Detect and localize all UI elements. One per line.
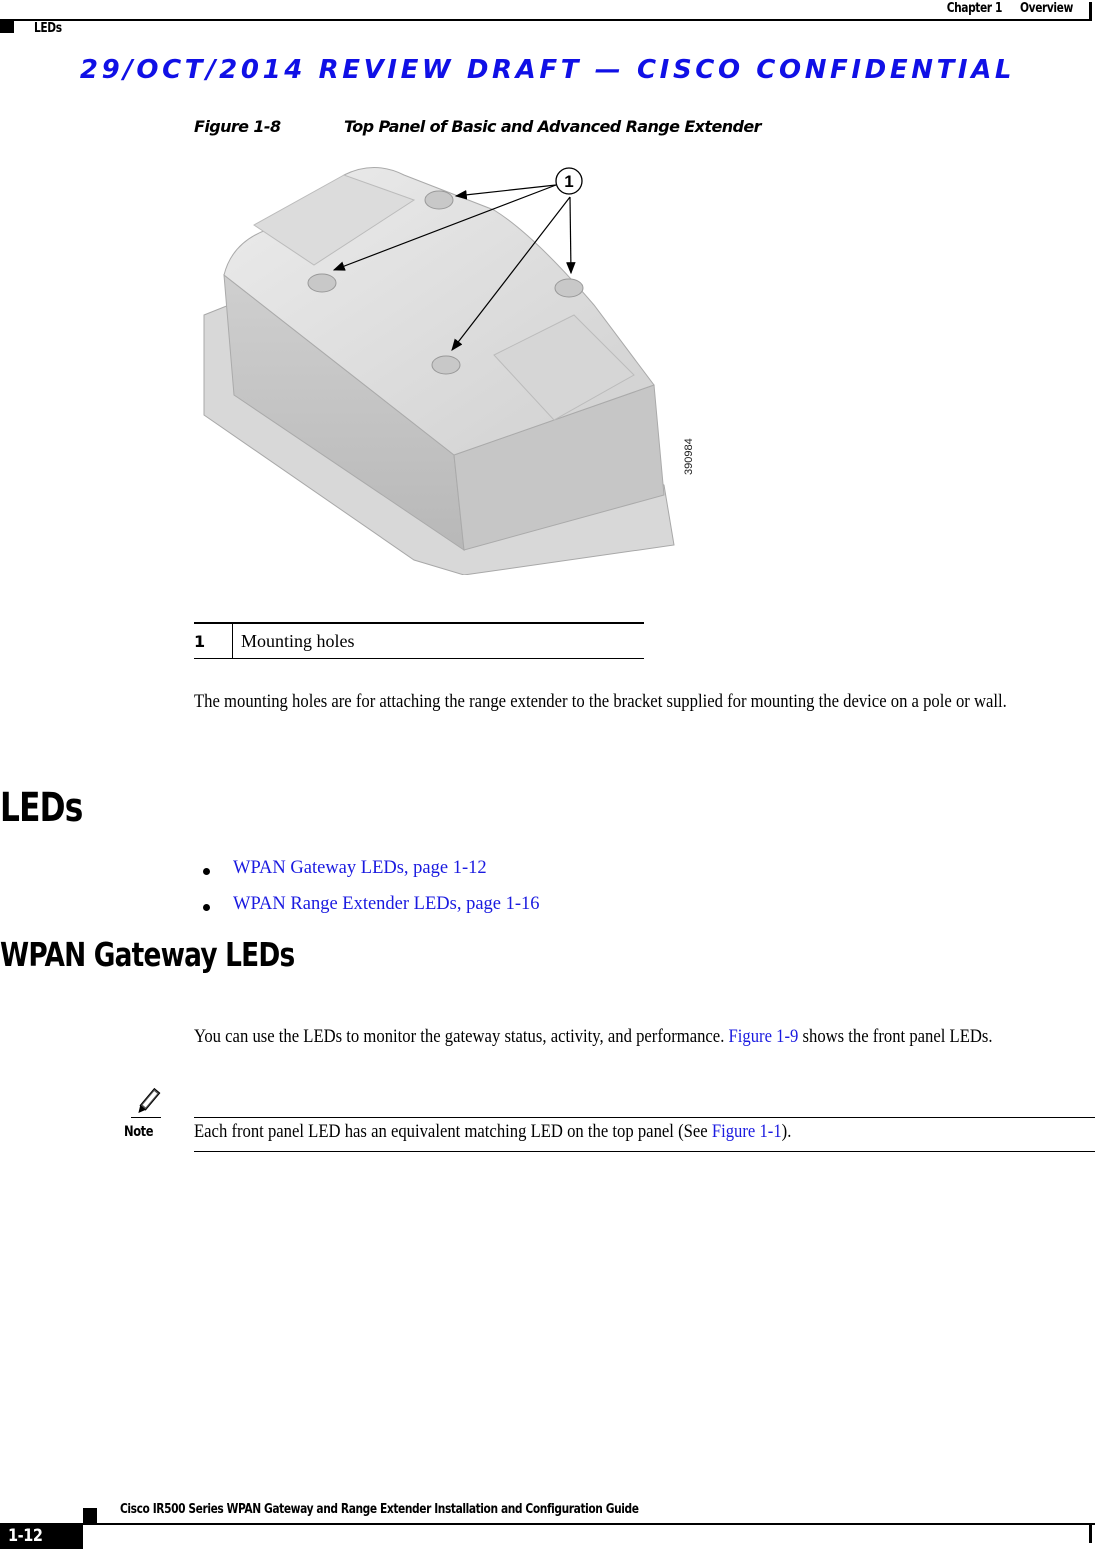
bullet-icon: [203, 868, 210, 875]
callout-marker: 1: [555, 167, 583, 195]
footer-guide-title: Cisco IR500 Series WPAN Gateway and Rang…: [120, 1502, 639, 1517]
para-text: shows the front panel LEDs.: [802, 1027, 993, 1047]
note-text-suffix: ).: [781, 1122, 792, 1142]
link-wpan-gateway-leds[interactable]: WPAN Gateway LEDs, page 1-12: [233, 858, 487, 879]
chapter-number: Chapter 1: [946, 1, 1003, 16]
link-wpan-range-extender-leds[interactable]: WPAN Range Extender LEDs, page 1-16: [233, 894, 540, 915]
header-right-bar: [1089, 2, 1092, 21]
draft-watermark-banner: 29/OCT/2014 REVIEW DRAFT — CISCO CONFIDE…: [79, 55, 1016, 85]
gateway-leds-paragraph: You can use the LEDs to monitor the gate…: [194, 1025, 1094, 1050]
note-icon-rule: [131, 1117, 161, 1118]
range-extender-illustration: 1 390984: [203, 167, 694, 575]
page-number: 1-12: [8, 1526, 43, 1546]
section-heading-wpan-gateway-leds: WPAN Gateway LEDs: [0, 935, 295, 974]
note-bottom-rule: [194, 1151, 1095, 1152]
mounting-paragraph: The mounting holes are for attaching the…: [194, 692, 1007, 712]
footer-rule: [83, 1523, 1095, 1525]
note-text-prefix: Each front panel LED has an equivalent m…: [194, 1122, 708, 1142]
figure-number: Figure 1-8: [194, 117, 281, 136]
header-rule: [0, 19, 1090, 21]
callout-num-cell: 1: [194, 624, 233, 658]
callout-desc-cell: Mounting holes: [241, 630, 355, 651]
running-header-chapter: Chapter 1 Overview: [946, 1, 1074, 16]
running-header-section: LEDs: [34, 21, 62, 36]
note-top-rule: [194, 1117, 1095, 1118]
note-text: Each front panel LED has an equivalent m…: [194, 1122, 1094, 1143]
table-row: 1 Mounting holes: [194, 622, 644, 659]
callout-table: 1 Mounting holes: [194, 622, 644, 659]
link-figure-1-1[interactable]: Figure 1-1: [712, 1122, 782, 1142]
callout-number: 1: [564, 172, 573, 191]
art-id-label: 390984: [683, 438, 694, 475]
footer-right-bar: [1089, 1525, 1092, 1543]
pencil-note-icon: [138, 1087, 161, 1114]
link-figure-1-9[interactable]: Figure 1-9: [729, 1027, 799, 1047]
header-left-block: [0, 21, 14, 33]
note-label: Note: [124, 1124, 154, 1140]
section-heading-leds: LEDs: [0, 785, 83, 831]
chapter-title: Overview: [1020, 1, 1073, 16]
figure-caption: Figure 1-8 Top Panel of Basic and Advance…: [194, 117, 762, 136]
footer-left-block: [83, 1508, 97, 1523]
figure-title: Top Panel of Basic and Advanced Range Ex…: [344, 117, 762, 136]
bullet-icon: [203, 904, 210, 911]
para-text: You can use the LEDs to monitor the gate…: [194, 1027, 725, 1047]
